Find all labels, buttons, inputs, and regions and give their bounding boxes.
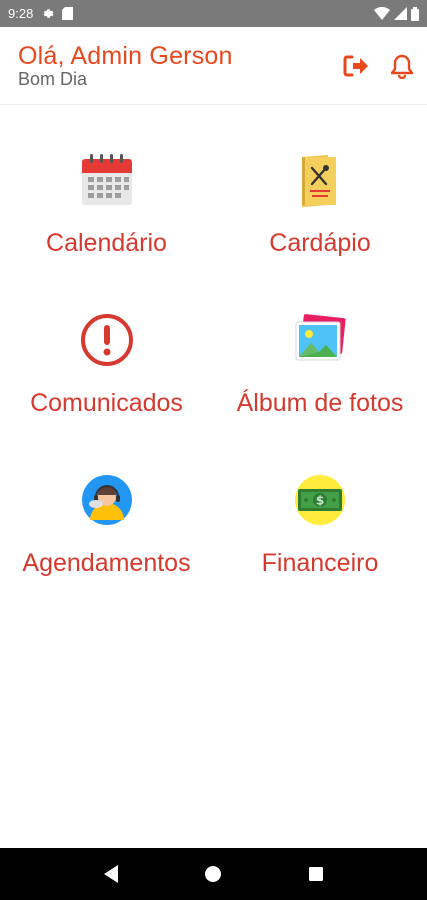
gear-icon: [41, 7, 54, 20]
app-header: Olá, Admin Gerson Bom Dia: [0, 27, 427, 105]
menu-item-cardapio[interactable]: Cardápio: [213, 140, 427, 260]
home-icon[interactable]: [193, 854, 233, 894]
menu-item-comunicados[interactable]: Comunicados: [0, 300, 213, 420]
money-icon: $: [290, 470, 350, 530]
menu-card-icon: [290, 150, 350, 210]
status-time: 9:28: [8, 6, 34, 21]
menu-item-label: Calendário: [46, 229, 167, 257]
menu-item-label: Cardápio: [269, 229, 371, 257]
sd-card-icon: [62, 7, 74, 20]
bell-icon[interactable]: [389, 53, 415, 79]
battery-icon: [411, 6, 419, 21]
support-agent-icon: [77, 470, 137, 530]
wifi-icon: [374, 7, 390, 20]
alert-icon: [77, 310, 137, 370]
menu-item-agendamentos[interactable]: Agendamentos: [0, 460, 213, 580]
menu-item-label: Financeiro: [261, 549, 379, 577]
menu-item-label: Agendamentos: [22, 549, 191, 577]
system-nav-bar: [0, 848, 427, 900]
status-bar: 9:28: [0, 0, 427, 27]
menu-item-calendario[interactable]: Calendário: [0, 140, 213, 260]
calendar-icon: [77, 150, 137, 210]
signal-icon: [394, 7, 407, 20]
logout-icon[interactable]: [343, 53, 369, 79]
menu-item-financeiro[interactable]: $ Financeiro: [213, 460, 427, 580]
back-icon[interactable]: [91, 854, 131, 894]
svg-text:$: $: [316, 494, 324, 508]
menu-item-album[interactable]: Álbum de fotos: [213, 300, 427, 420]
menu-grid: Calendário Cardápio Comunicados Álbum de…: [0, 140, 427, 580]
recents-icon[interactable]: [296, 854, 336, 894]
photo-album-icon: [290, 310, 350, 370]
menu-item-label: Álbum de fotos: [236, 389, 404, 417]
menu-item-label: Comunicados: [30, 389, 183, 417]
